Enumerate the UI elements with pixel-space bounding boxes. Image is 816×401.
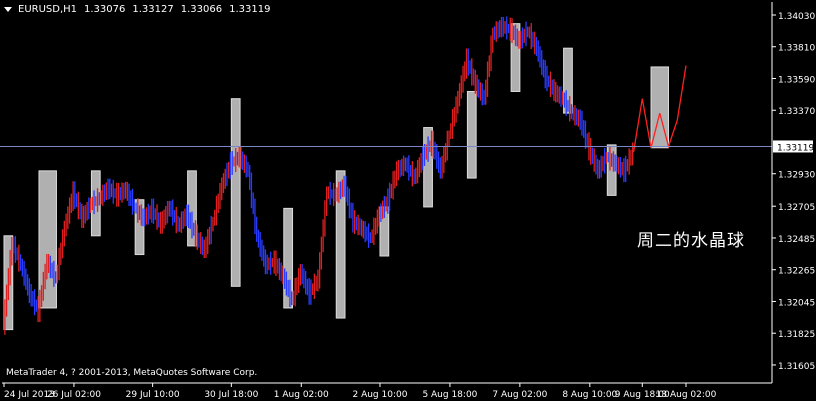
y-tick-label: 1.33370 bbox=[778, 107, 815, 117]
y-tick-label: 1.33810 bbox=[778, 44, 815, 54]
x-tick-label: 26 Jul 02:00 bbox=[47, 390, 101, 400]
session-box bbox=[466, 90, 477, 179]
x-tick-label: 7 Aug 02:00 bbox=[492, 390, 547, 400]
y-tick-label: 1.31605 bbox=[778, 362, 815, 372]
price-chart[interactable]: 1.34030 1.33810 1.33590 1.33370 1.33119 1.329… bbox=[0, 0, 816, 401]
y-tick-label: 1.32265 bbox=[778, 267, 815, 277]
x-tick-label: 2 Aug 10:00 bbox=[352, 390, 407, 400]
x-tick-label: 5 Aug 18:00 bbox=[422, 390, 477, 400]
y-tick-label: 1.32930 bbox=[778, 171, 815, 181]
x-tick-label: 29 Jul 10:00 bbox=[126, 390, 180, 400]
y-tick-label: 1.33590 bbox=[778, 75, 815, 85]
session-boxes bbox=[3, 23, 670, 331]
x-tick-label: 8 Aug 10:00 bbox=[562, 390, 617, 400]
y-tick-label: 1.34030 bbox=[778, 12, 815, 22]
y-tick-label: 1.32705 bbox=[778, 203, 815, 213]
y-tick-label: 1.32045 bbox=[778, 298, 815, 308]
y-tick-label: 1.31825 bbox=[778, 330, 815, 340]
x-tick-label: 30 Jul 18:00 bbox=[204, 390, 258, 400]
y-tick-label: 1.32485 bbox=[778, 235, 815, 245]
session-box bbox=[230, 98, 241, 287]
copyright-text: MetaTrader 4, ? 2001-2013, MetaQuotes So… bbox=[6, 368, 258, 378]
x-tick-label: 13 Aug 02:00 bbox=[656, 390, 717, 400]
x-tick-label: 1 Aug 02:00 bbox=[274, 390, 329, 400]
chart-area: EURUSD,H1 1.33076 1.33127 1.33066 1.3311… bbox=[0, 0, 816, 401]
y-tick-label: 1.33119 bbox=[777, 143, 814, 153]
overlay-caption: 周二的水晶球 bbox=[637, 231, 745, 251]
